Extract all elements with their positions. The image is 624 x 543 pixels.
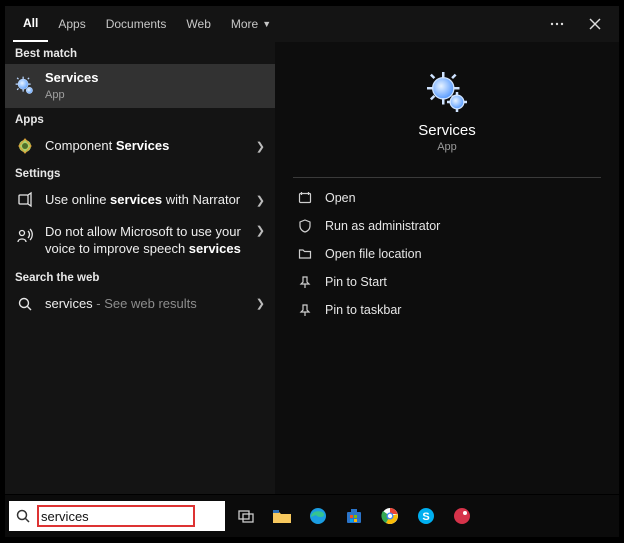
result-title: Services [45,70,265,87]
chrome-button[interactable] [375,501,405,531]
svg-text:S: S [422,511,429,523]
skype-icon: S [416,506,436,526]
services-icon [427,72,467,112]
close-button[interactable] [579,8,611,40]
chevron-right-icon: ❯ [256,297,265,310]
preview-pane: Services App Open Run as administrator O… [275,42,619,494]
result-setting-narrator-services[interactable]: Use online services with Narrator ❯ [5,184,275,216]
pin-icon [297,274,313,290]
search-icon [15,508,31,524]
microsoft-store-button[interactable] [339,501,369,531]
result-title: Use online services with Narrator [45,192,246,209]
action-pin-to-start[interactable]: Pin to Start [293,268,601,296]
speech-icon [15,226,35,246]
services-icon [15,76,35,96]
taskbar-search[interactable] [9,501,225,531]
tab-more[interactable]: More▼ [221,6,281,42]
section-web: Search the web [5,266,275,288]
edge-button[interactable] [303,501,333,531]
chevron-right-icon: ❯ [256,194,265,207]
action-pin-to-taskbar[interactable]: Pin to taskbar [293,296,601,324]
result-web-search[interactable]: services - See web results ❯ [5,288,275,320]
tab-all[interactable]: All [13,6,48,42]
admin-icon [297,218,313,234]
tab-web[interactable]: Web [176,6,220,42]
result-best-match-services[interactable]: Services App [5,64,275,108]
results-list: Best match Services App Apps Component S… [5,42,275,494]
app-button[interactable] [447,501,477,531]
task-view-icon [237,507,255,525]
chevron-down-icon: ▼ [262,19,271,29]
action-open-file-location[interactable]: Open file location [293,240,601,268]
store-icon [344,506,364,526]
pin-icon [297,302,313,318]
file-explorer-button[interactable] [267,501,297,531]
search-input[interactable] [41,509,191,524]
tab-documents[interactable]: Documents [96,6,177,42]
component-services-icon [15,136,35,156]
tab-apps[interactable]: Apps [48,6,95,42]
result-subtitle: App [45,88,265,102]
task-view-button[interactable] [231,501,261,531]
close-icon [588,17,602,31]
chevron-right-icon: ❯ [256,140,265,153]
result-app-component-services[interactable]: Component Services ❯ [5,130,275,162]
result-setting-speech-services[interactable]: Do not allow Microsoft to use your voice… [5,216,275,266]
preview-title: Services [418,122,476,139]
divider [293,177,601,178]
start-search-panel: All Apps Documents Web More▼ Best match … [5,6,619,494]
action-run-as-admin[interactable]: Run as administrator [293,212,601,240]
folder-icon [297,246,313,262]
section-settings: Settings [5,162,275,184]
chrome-icon [380,506,400,526]
search-icon [15,294,35,314]
section-best-match: Best match [5,42,275,64]
open-icon [297,190,313,206]
result-title: services - See web results [45,296,246,313]
result-title: Component Services [45,138,246,155]
edge-icon [308,506,328,526]
file-explorer-icon [272,507,292,525]
app-icon [452,506,472,526]
result-title: Do not allow Microsoft to use your voice… [45,224,246,258]
action-open[interactable]: Open [293,184,601,212]
more-options-button[interactable] [541,8,573,40]
preview-subtitle: App [437,141,457,153]
ellipsis-icon [549,16,565,32]
section-apps: Apps [5,108,275,130]
chevron-right-icon: ❯ [256,224,265,237]
search-category-tabs: All Apps Documents Web More▼ [5,6,619,42]
accessibility-icon [15,190,35,210]
taskbar: S [5,495,619,537]
skype-button[interactable]: S [411,501,441,531]
